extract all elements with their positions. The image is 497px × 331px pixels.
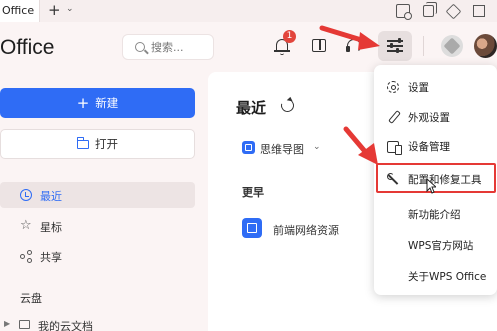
search-input[interactable] bbox=[151, 39, 209, 56]
annotation-arrow-icon bbox=[319, 25, 380, 50]
sidebar-item-shared[interactable]: 共享 bbox=[0, 243, 195, 269]
sidebar-item-my-cloud-docs[interactable]: ▶ 我的云文档 bbox=[0, 316, 195, 331]
open-button[interactable]: 打开 bbox=[0, 129, 195, 159]
file-name: 前端网络资源 bbox=[273, 224, 339, 237]
sidebar-item-starred[interactable]: ☆ 星标 bbox=[0, 213, 195, 239]
restore-icon[interactable] bbox=[423, 2, 437, 17]
page-title: 最近 bbox=[236, 99, 267, 117]
wps-icon[interactable] bbox=[441, 35, 463, 57]
mouse-cursor-icon bbox=[426, 178, 436, 194]
search-box[interactable] bbox=[122, 34, 214, 60]
sidebar-item-recent[interactable]: 最近 bbox=[0, 182, 195, 208]
app-title: Office bbox=[0, 36, 55, 59]
devices-icon bbox=[387, 141, 402, 155]
sidebar-item-label: 星标 bbox=[40, 221, 62, 234]
new-button-label: 新建 bbox=[95, 96, 119, 110]
new-tab-button[interactable]: + bbox=[48, 1, 61, 19]
sidebar-item-label: 共享 bbox=[40, 251, 62, 264]
menu-item-label: WPS官方网站 bbox=[408, 240, 474, 252]
search-icon bbox=[135, 42, 145, 52]
star-icon: ☆ bbox=[20, 218, 32, 233]
maximize-icon[interactable] bbox=[473, 5, 485, 17]
expand-arrow-icon[interactable]: ▶ bbox=[4, 319, 10, 328]
tab-label: Office bbox=[2, 4, 35, 17]
header-divider bbox=[423, 36, 424, 56]
notification-badge: 1 bbox=[283, 30, 296, 43]
annotation-highlight-box bbox=[376, 163, 496, 193]
open-button-label: 打开 bbox=[95, 137, 118, 151]
screen-record-icon[interactable] bbox=[396, 4, 412, 20]
menu-item-label: 外观设置 bbox=[408, 112, 450, 124]
cloud-section-title: 云盘 bbox=[20, 292, 42, 305]
plus-icon: + bbox=[76, 94, 90, 112]
menu-item-label: 关于WPS Office bbox=[408, 271, 487, 283]
share-icon bbox=[20, 250, 32, 263]
folder-icon bbox=[19, 320, 30, 329]
filter-label: 思维导图 bbox=[260, 143, 304, 156]
menu-item-official-site[interactable]: WPS官方网站 bbox=[374, 231, 497, 259]
window-controls bbox=[396, 0, 497, 22]
gear-icon bbox=[387, 81, 399, 93]
sidebar: + 新建 打开 最近 ☆ 星标 共享 云盘 ▶ 我的云文档 bbox=[0, 72, 208, 331]
tab-menu-chevron-icon[interactable]: ⌄ bbox=[66, 4, 74, 14]
tab-office[interactable]: Office bbox=[0, 0, 40, 22]
avatar[interactable] bbox=[474, 34, 497, 58]
mindmap-icon bbox=[242, 141, 255, 154]
clock-icon bbox=[20, 189, 32, 201]
annotation-arrow-icon bbox=[343, 126, 378, 165]
tree-item-label: 我的云文档 bbox=[38, 320, 93, 331]
group-title: 更早 bbox=[242, 186, 264, 199]
menu-item-about[interactable]: 关于WPS Office bbox=[374, 262, 497, 290]
menu-item-label: 设备管理 bbox=[408, 141, 450, 153]
cube-icon[interactable] bbox=[445, 3, 462, 19]
chevron-down-icon: ⌄ bbox=[313, 142, 321, 152]
menu-item-appearance[interactable]: 外观设置 bbox=[374, 103, 497, 131]
refresh-icon[interactable] bbox=[278, 96, 297, 115]
menu-item-label: 设置 bbox=[408, 82, 429, 94]
title-bar: Office + ⌄ bbox=[0, 0, 497, 22]
menu-item-device-management[interactable]: 设备管理 bbox=[374, 132, 497, 160]
menu-item-whats-new[interactable]: 新功能介绍 bbox=[374, 200, 497, 228]
folder-open-icon bbox=[77, 137, 89, 149]
menu-item-label: 新功能介绍 bbox=[408, 209, 461, 221]
mindmap-file-icon bbox=[242, 218, 262, 238]
sidebar-item-label: 最近 bbox=[40, 190, 62, 203]
brush-icon bbox=[387, 111, 399, 123]
new-button[interactable]: + 新建 bbox=[0, 88, 195, 118]
menu-item-settings[interactable]: 设置 bbox=[374, 73, 497, 101]
file-type-filter[interactable]: 思维导图 ⌄ bbox=[236, 136, 330, 160]
